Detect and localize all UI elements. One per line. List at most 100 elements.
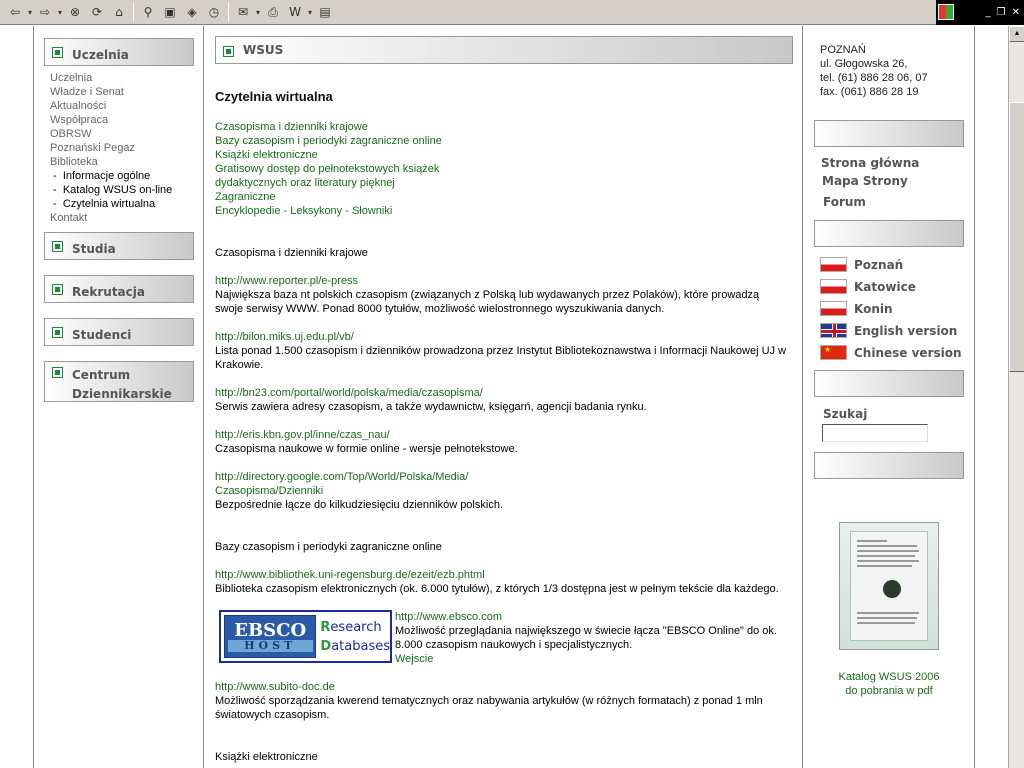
scroll-up-icon[interactable]: ▲ [1009,26,1024,42]
entry-desc: Lista ponad 1.500 czasopism i dzienników… [215,345,787,357]
entry-link[interactable]: http://bilon.miks.uj.edu.pl/vb/ [215,331,354,343]
lang-katowice[interactable]: Katowice [820,279,916,294]
main-header-label: WSUS [243,43,284,57]
right-divider-bar [814,452,964,479]
home-icon[interactable]: ⌂ [110,3,128,21]
link-mapa-strony[interactable]: Mapa Strony [822,174,908,188]
ebsco-banner[interactable]: EBSCO HOST Research Databases [219,610,392,663]
entry: http://www.reporter.pl/e-press Największ… [215,274,795,316]
toc-link[interactable]: Bazy czasopism i periodyki zagraniczne o… [215,135,442,147]
mail-icon[interactable]: ✉ [234,3,252,21]
media-icon[interactable]: ◈ [183,3,201,21]
ebsco-logo-bottom: HOST [227,640,313,652]
entry-desc: Możliwość sporządzania kwerend tematyczn… [215,695,763,707]
lang-label: Chinese version [854,345,962,360]
toc-link[interactable]: Gratisowy dostęp do pełnotekstowych ksią… [215,163,439,175]
entry-link[interactable]: http://www.bibliothek.uni-regensburg.de/… [215,569,485,581]
scrollbar-thumb[interactable] [1009,102,1024,372]
menu-header-studia[interactable]: Studia [44,232,194,260]
entry-link[interactable]: Czasopisma/Dzienniki [215,485,323,497]
lang-konin[interactable]: Konin [820,301,893,316]
entry-desc: Biblioteka czasopism elektronicznych (ok… [215,583,779,595]
right-divider-bar [814,370,964,397]
enter-link[interactable]: Wejscie [395,653,433,665]
centrum-line2: Dziennikarskie [72,387,172,401]
nav-item-biblioteka[interactable]: Biblioteka [50,155,172,169]
nav-subitem-informacje[interactable]: - Informacje ogólne [50,169,172,183]
nav-item-wspolpraca[interactable]: Współpraca [50,113,172,127]
back-dropdown-icon[interactable]: ▾ [26,8,34,17]
nav-item-pegaz[interactable]: Poznański Pegaz [50,141,172,155]
vertical-scrollbar[interactable]: ▲ [1008,26,1024,768]
bullet-icon [223,45,234,57]
lang-label: Konin [854,301,893,316]
search-input[interactable] [822,424,928,442]
toolbar-divider [133,3,134,21]
right-sidebar: POZNAŃ ul. Głogowska 26, tel. (61) 886 2… [804,26,974,768]
nav-item-wladze[interactable]: Władze i Senat [50,85,172,99]
entry-link[interactable]: http://www.reporter.pl/e-press [215,275,358,287]
catalog-link[interactable]: do pobrania w pdf [845,685,932,697]
nav-item-uczelnia[interactable]: Uczelnia [50,71,172,85]
edit-icon[interactable]: W [286,3,304,21]
menu-header-studenci[interactable]: Studenci [44,318,194,346]
history-icon[interactable]: ◷ [205,3,223,21]
search-icon[interactable]: ⚲ [139,3,157,21]
china-flag-icon: ★ [820,345,847,360]
catalog-link[interactable]: Katalog WSUS 2006 [839,671,940,683]
link-forum[interactable]: Forum [823,195,866,209]
toc-link[interactable]: Książki elektroniczne [215,149,318,161]
nav-item-obrsw[interactable]: OBRSW [50,127,172,141]
toolbar-divider [228,3,229,21]
main-header: WSUS [215,36,793,64]
lang-english[interactable]: English version [820,323,957,338]
entry-link[interactable]: http://www.ebsco.com [395,611,502,623]
entry-link[interactable]: http://eris.kbn.gov.pl/inne/czas_nau/ [215,429,390,441]
forward-dropdown-icon[interactable]: ▾ [56,8,64,17]
entry-link[interactable]: http://directory.google.com/Top/World/Po… [215,471,468,483]
minimize-icon[interactable]: _ [986,7,991,18]
link-strona-glowna[interactable]: Strona główna [821,156,919,170]
poland-flag-icon [820,257,847,272]
catalog-caption[interactable]: Katalog WSUS 2006 do pobrania w pdf [814,670,964,698]
lang-chinese[interactable]: ★ Chinese version [820,345,962,360]
entry: http://bilon.miks.uj.edu.pl/vb/ Lista po… [215,330,795,372]
menu-header-rekrutacja[interactable]: Rekrutacja [44,275,194,303]
entry-link[interactable]: http://www.subito-doc.de [215,681,335,693]
entry-desc: Możliwość przeglądania największego w św… [395,625,777,637]
discuss-icon[interactable]: ▤ [316,3,334,21]
ebsco-tagline: Research Databases [320,618,390,656]
menu-header-label: Rekrutacja [72,285,145,299]
menu-header-label: Uczelnia [72,48,129,62]
nav-item-kontakt[interactable]: Kontakt [50,211,172,225]
address-line: tel. (61) 886 28 06, 07 [820,72,928,84]
menu-header-centrum[interactable]: Centrum Dziennikarskie [44,361,194,402]
mail-dropdown-icon[interactable]: ▾ [254,8,262,17]
lang-poznan[interactable]: Poznań [820,257,903,272]
catalog-thumbnail[interactable] [839,522,939,650]
bullet-icon [52,367,63,378]
right-divider-bar [814,120,964,147]
nav-subitem-katalog[interactable]: - Katalog WSUS on-line [50,183,172,197]
close-icon[interactable]: ✕ [1012,7,1020,18]
entry: http://eris.kbn.gov.pl/inne/czas_nau/ Cz… [215,428,795,456]
toc-link[interactable]: dydaktycznych oraz literatury pięknej [215,177,395,189]
forward-icon[interactable]: ⇨ [36,3,54,21]
menu-header-label: Studia [72,242,116,256]
entry: http://bn23.com/portal/world/polska/medi… [215,386,795,414]
nav-item-aktualnosci[interactable]: Aktualności [50,99,172,113]
restore-icon[interactable]: ❐ [997,7,1006,18]
toc-link[interactable]: Czasopisma i dzienniki krajowe [215,121,368,133]
menu-header-uczelnia[interactable]: Uczelnia [44,38,194,66]
stop-icon[interactable]: ⊗ [66,3,84,21]
print-icon[interactable]: ⎙ [264,3,282,21]
nav-subitem-czytelnia[interactable]: - Czytelnia wirtualna [50,197,172,211]
refresh-icon[interactable]: ⟳ [88,3,106,21]
toc-link[interactable]: Encyklopedie - Leksykony - Słowniki [215,205,392,217]
toc-link[interactable]: Zagraniczne [215,191,276,203]
back-icon[interactable]: ⇦ [6,3,24,21]
edit-dropdown-icon[interactable]: ▾ [306,8,314,17]
entry-link[interactable]: http://bn23.com/portal/world/polska/medi… [215,387,483,399]
entry: http://directory.google.com/Top/World/Po… [215,470,795,512]
favorites-icon[interactable]: ▣ [161,3,179,21]
